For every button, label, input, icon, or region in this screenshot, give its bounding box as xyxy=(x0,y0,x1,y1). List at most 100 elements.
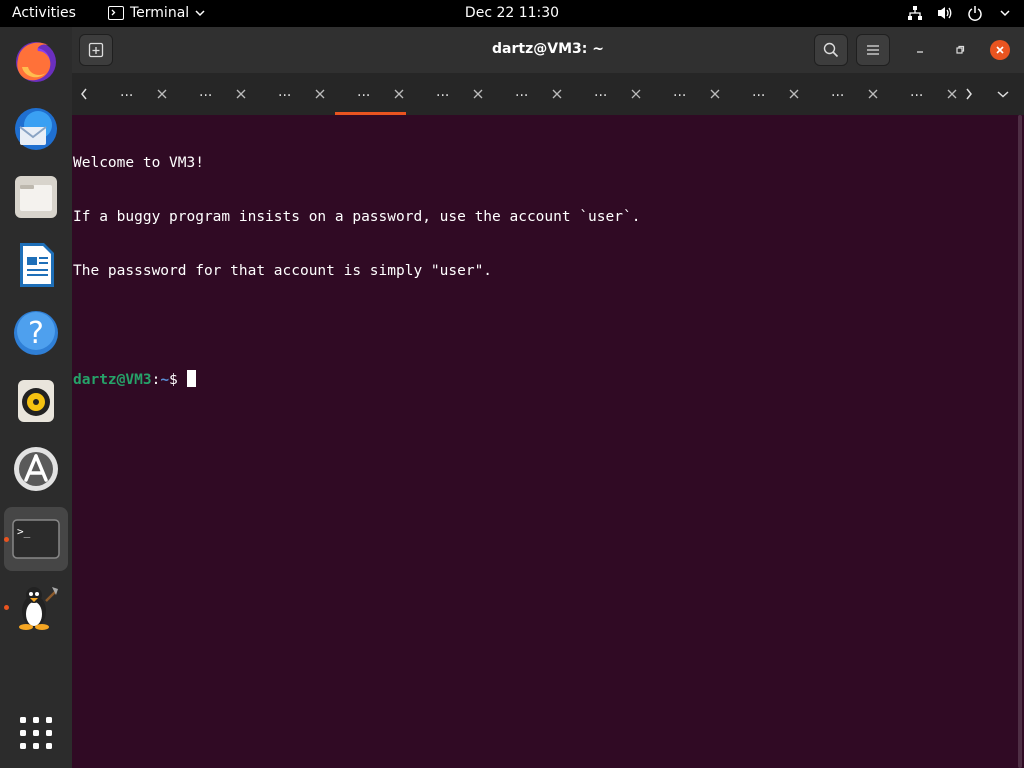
terminal-tab[interactable]: ... xyxy=(175,73,254,115)
dock-item-firefox[interactable] xyxy=(4,29,68,93)
search-icon xyxy=(823,42,839,58)
tab-label: ... xyxy=(278,84,292,100)
prompt-line[interactable]: dartz@VM3:~$ xyxy=(73,370,1016,388)
dock-item-help[interactable]: ? xyxy=(4,301,68,365)
terminal-tab[interactable]: ... xyxy=(886,73,965,115)
app-menu[interactable]: Terminal xyxy=(108,5,205,21)
output-line: Welcome to VM3! xyxy=(73,155,204,171)
menu-button[interactable] xyxy=(856,34,890,66)
close-tab-icon[interactable] xyxy=(867,85,881,99)
tab-label: ... xyxy=(752,84,766,100)
close-tab-icon[interactable] xyxy=(235,85,249,99)
text-cursor xyxy=(186,370,196,387)
clock[interactable]: Dec 22 11:30 xyxy=(465,5,559,21)
chevron-down-icon xyxy=(997,91,1009,98)
terminal-app-icon xyxy=(108,6,124,20)
chevron-down-icon xyxy=(195,5,205,21)
close-tab-icon[interactable] xyxy=(946,85,960,99)
prompt-user-host: dartz@VM3 xyxy=(73,372,152,388)
close-tab-icon[interactable] xyxy=(709,85,723,99)
scroll-tabs-left-button[interactable] xyxy=(75,85,93,103)
top-bar: Activities Terminal Dec 22 11:30 xyxy=(0,0,1024,27)
dock-item-terminal[interactable]: >_ xyxy=(4,507,68,571)
chevron-right-icon xyxy=(966,88,972,100)
dock: ? >_ xyxy=(0,27,72,768)
running-indicator xyxy=(4,537,9,542)
minimize-icon xyxy=(917,51,923,53)
speaker-icon xyxy=(18,380,54,422)
scrollbar[interactable] xyxy=(1016,115,1024,768)
tux-icon xyxy=(19,587,58,630)
tab-label: ... xyxy=(120,84,134,100)
new-tab-icon xyxy=(88,42,104,58)
terminal-tab[interactable]: ... xyxy=(807,73,886,115)
prompt-separator: : xyxy=(151,372,161,388)
tab-label: ... xyxy=(910,84,924,100)
tab-label: ... xyxy=(199,84,213,100)
help-icon: ? xyxy=(14,311,58,355)
running-indicator xyxy=(4,605,9,610)
hamburger-menu-icon xyxy=(867,45,879,55)
app-grid-icon xyxy=(20,717,52,749)
scroll-tabs-right-button[interactable] xyxy=(960,85,978,103)
tab-label: ... xyxy=(357,84,371,100)
app-menu-label: Terminal xyxy=(130,5,190,21)
show-applications-button[interactable] xyxy=(4,701,68,765)
folder-icon xyxy=(15,176,57,218)
dock-item-rhythmbox[interactable] xyxy=(4,369,68,433)
tab-label: ... xyxy=(594,84,608,100)
prompt-path: ~ xyxy=(160,372,170,388)
terminal-tab[interactable]: ... xyxy=(570,73,649,115)
activities-button[interactable]: Activities xyxy=(12,5,76,21)
tab-label: ... xyxy=(515,84,529,100)
window-title: dartz@VM3: ~ xyxy=(492,41,604,57)
svg-text:>_: >_ xyxy=(17,525,31,538)
tab-label: ... xyxy=(673,84,687,100)
restore-icon xyxy=(956,45,965,54)
chevron-down-icon[interactable] xyxy=(996,4,1014,22)
dock-item-software[interactable] xyxy=(4,437,68,501)
close-tab-icon[interactable] xyxy=(630,85,644,99)
dock-item-writer[interactable] xyxy=(4,233,68,297)
dock-item-thunderbird[interactable] xyxy=(4,97,68,161)
tab-list-button[interactable] xyxy=(994,85,1012,103)
minimize-button[interactable] xyxy=(910,40,930,60)
thunderbird-icon xyxy=(15,108,57,150)
terminal-tab[interactable]: ... xyxy=(649,73,728,115)
search-button[interactable] xyxy=(814,34,848,66)
close-tab-icon[interactable] xyxy=(156,85,170,99)
document-icon xyxy=(20,243,54,287)
terminal-tab[interactable]: ... xyxy=(96,73,175,115)
close-tab-icon[interactable] xyxy=(314,85,328,99)
system-tray[interactable] xyxy=(906,4,1014,22)
prompt-symbol: $ xyxy=(169,372,187,388)
dock-item-files[interactable] xyxy=(4,165,68,229)
terminal-tab[interactable]: ... xyxy=(254,73,333,115)
output-line: If a buggy program insists on a password… xyxy=(73,209,641,225)
firefox-icon xyxy=(16,42,56,82)
close-button[interactable] xyxy=(990,40,1010,60)
scrollbar-thumb[interactable] xyxy=(1018,115,1022,768)
tab-label: ... xyxy=(831,84,845,100)
close-tab-icon[interactable] xyxy=(393,85,407,99)
svg-text:?: ? xyxy=(28,316,44,351)
close-tab-icon[interactable] xyxy=(551,85,565,99)
software-store-icon xyxy=(14,447,58,491)
header-bar[interactable]: dartz@VM3: ~ xyxy=(72,27,1024,73)
terminal-icon: >_ xyxy=(12,519,60,559)
volume-icon[interactable] xyxy=(936,4,954,22)
close-tab-icon[interactable] xyxy=(788,85,802,99)
close-tab-icon[interactable] xyxy=(472,85,486,99)
new-tab-button[interactable] xyxy=(79,34,113,66)
network-icon[interactable] xyxy=(906,4,924,22)
close-icon xyxy=(996,46,1004,54)
maximize-button[interactable] xyxy=(950,40,970,60)
power-icon[interactable] xyxy=(966,4,984,22)
terminal-tab[interactable]: ... xyxy=(412,73,491,115)
terminal-output[interactable]: Welcome to VM3! If a buggy program insis… xyxy=(72,115,1016,768)
terminal-window: dartz@VM3: ~ ...........................… xyxy=(72,27,1024,768)
terminal-tab[interactable]: ... xyxy=(333,73,412,115)
terminal-tab[interactable]: ... xyxy=(728,73,807,115)
dock-item-tux[interactable] xyxy=(4,575,68,639)
terminal-tab[interactable]: ... xyxy=(491,73,570,115)
